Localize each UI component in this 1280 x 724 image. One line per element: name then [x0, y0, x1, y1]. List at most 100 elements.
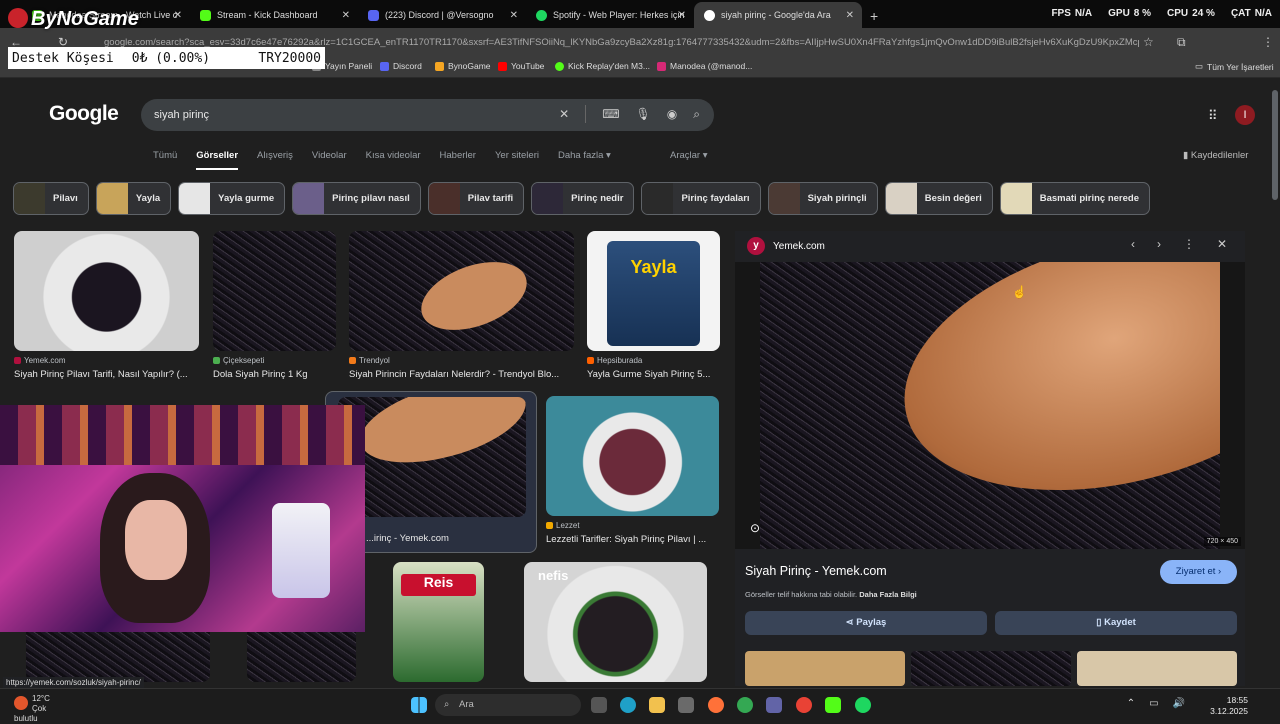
chip[interactable]: Yayla gurme: [178, 182, 286, 215]
chevron-up-icon[interactable]: ⌃: [1127, 698, 1135, 709]
related-image[interactable]: [745, 651, 905, 686]
image-result[interactable]: Çiçeksepeti Dola Siyah Pirinç 1 Kg: [213, 231, 336, 380]
result-image[interactable]: Reis: [393, 562, 484, 682]
search-box[interactable]: siyah pirinç ✕ ⌨ 🎙 ◉ ⌕: [141, 99, 714, 131]
store-icon[interactable]: [678, 697, 694, 713]
visit-button[interactable]: Ziyaret et ›: [1160, 560, 1237, 584]
tab-short-videos[interactable]: Kısa videolar: [366, 150, 421, 161]
tab-more[interactable]: Daha fazla ▾: [558, 150, 611, 161]
firefox-icon[interactable]: [708, 697, 724, 713]
image-result[interactable]: Lezzet Lezzetli Tarifler: Siyah Pirinç P…: [546, 396, 719, 545]
browser-tab[interactable]: Stream - Kick Dashboard ✕: [190, 2, 358, 28]
chip[interactable]: Besin değeri: [884, 182, 993, 215]
bookmark[interactable]: YouTube: [498, 61, 544, 71]
chip[interactable]: Pirinç faydaları: [641, 182, 761, 215]
apps-grid-icon[interactable]: ⠿: [1208, 108, 1218, 124]
result-caption[interactable]: ...irinç - Yemek.com: [338, 533, 536, 544]
tab-videos[interactable]: Videolar: [312, 150, 347, 161]
volume-icon[interactable]: 🔊: [1173, 698, 1185, 709]
chip[interactable]: Pilav tarifi: [427, 182, 525, 215]
microphone-icon[interactable]: 🎙: [636, 107, 651, 123]
tab-all[interactable]: Tümü: [153, 150, 177, 161]
chrome-icon[interactable]: [737, 697, 753, 713]
share-button[interactable]: ⋖ Paylaş: [745, 611, 987, 635]
scrollbar[interactable]: [1270, 80, 1280, 688]
clear-icon[interactable]: ✕: [559, 107, 569, 123]
tab-news[interactable]: Haberler: [440, 150, 476, 161]
windows-start-icon[interactable]: [411, 697, 427, 713]
tab-shopping[interactable]: Alışveriş: [257, 150, 293, 161]
browser-tab-active[interactable]: siyah pirinç - Google'da Ara ✕: [694, 2, 862, 28]
close-icon[interactable]: ✕: [846, 10, 854, 21]
chevron-right-icon[interactable]: ›: [1157, 237, 1161, 251]
chrome-active-icon[interactable]: [796, 697, 812, 713]
keyboard-icon[interactable]: ⌨: [602, 107, 619, 123]
result-image[interactable]: [26, 632, 210, 682]
image-result[interactable]: Yemek.com Siyah Pirinç Pilavı Tarifi, Na…: [14, 231, 199, 380]
result-image[interactable]: [338, 397, 526, 517]
avatar[interactable]: I: [1235, 105, 1255, 125]
teams-icon[interactable]: [766, 697, 782, 713]
chip[interactable]: Basmati pirinç nerede: [999, 182, 1150, 215]
chip[interactable]: Pirinç nedir: [531, 182, 635, 215]
chip[interactable]: Pilavı: [13, 182, 89, 215]
browser-tab[interactable]: Spotify - Web Player: Herkes için ✕: [526, 2, 694, 28]
image-result[interactable]: [247, 632, 356, 682]
result-caption[interactable]: Lezzetli Tarifler: Siyah Pirinç Pilavı |…: [546, 534, 719, 545]
kick-app-icon[interactable]: [825, 697, 841, 713]
result-image[interactable]: [546, 396, 719, 516]
result-image[interactable]: nefis: [524, 562, 707, 682]
bookmark[interactable]: Discord: [380, 61, 422, 71]
google-logo[interactable]: Google: [49, 102, 119, 126]
close-icon[interactable]: ✕: [342, 10, 350, 21]
tab-images[interactable]: Görseller: [196, 150, 238, 170]
related-image[interactable]: [1077, 651, 1237, 686]
result-image[interactable]: [349, 231, 574, 351]
search-input[interactable]: siyah pirinç: [154, 109, 209, 121]
result-caption[interactable]: Yayla Gurme Siyah Pirinç 5...: [587, 369, 720, 380]
bookmark[interactable]: Manodea (@manod...: [657, 61, 752, 71]
edge-icon[interactable]: [620, 697, 636, 713]
star-icon[interactable]: ☆: [1143, 35, 1154, 49]
site-name[interactable]: Yemek.com: [773, 241, 825, 252]
image-result[interactable]: Yayla Hepsiburada Yayla Gurme Siyah Piri…: [587, 231, 720, 380]
spotify-icon[interactable]: [855, 697, 871, 713]
tab-places[interactable]: Yer siteleri: [495, 150, 539, 161]
explorer-icon[interactable]: [649, 697, 665, 713]
image-result[interactable]: Reis: [393, 562, 484, 682]
chip[interactable]: Pirinç pilavı nasıl: [292, 182, 421, 215]
all-bookmarks[interactable]: ▭ Tüm Yer İşaretleri: [1195, 61, 1274, 72]
result-image[interactable]: [213, 231, 336, 351]
clock[interactable]: 18:55 3.12.2025: [1210, 695, 1248, 717]
saved-button[interactable]: ▮ Kaydedilenler: [1183, 150, 1248, 161]
lens-icon[interactable]: ⊙: [750, 521, 760, 535]
url-field[interactable]: google.com/search?sca_esv=33d7c6e47e7629…: [104, 37, 1139, 48]
extensions-icon[interactable]: ⧉: [1177, 35, 1186, 50]
chevron-left-icon[interactable]: ‹: [1131, 237, 1135, 251]
task-view-icon[interactable]: [591, 697, 607, 713]
network-icon[interactable]: ▭: [1149, 698, 1158, 709]
tools-button[interactable]: Araçlar ▾: [670, 150, 708, 161]
preview-title[interactable]: Siyah Pirinç - Yemek.com: [745, 564, 887, 578]
lens-icon[interactable]: ◉: [667, 107, 677, 123]
result-image[interactable]: Yayla: [587, 231, 720, 351]
result-caption[interactable]: Siyah Pirinç Pilavı Tarifi, Nasıl Yapılı…: [14, 369, 199, 380]
more-icon[interactable]: ⋮: [1183, 237, 1195, 251]
menu-icon[interactable]: ⋮: [1262, 35, 1274, 49]
new-tab-button[interactable]: +: [862, 8, 886, 28]
bookmark[interactable]: BynoGame: [435, 61, 491, 71]
learn-more-link[interactable]: Daha Fazla Bilgi: [859, 590, 917, 599]
chip[interactable]: Yayla: [95, 182, 172, 215]
close-icon[interactable]: ✕: [510, 10, 518, 21]
result-image[interactable]: [14, 231, 199, 351]
image-result[interactable]: Trendyol Siyah Pirincin Faydaları Nelerd…: [349, 231, 574, 380]
result-caption[interactable]: Dola Siyah Pirinç 1 Kg: [213, 369, 336, 380]
image-result[interactable]: nefis: [524, 562, 707, 682]
related-image[interactable]: [911, 651, 1071, 686]
taskbar-search[interactable]: ⌕ Ara: [435, 694, 581, 716]
browser-tab[interactable]: (223) Discord | @Versogno ✕: [358, 2, 526, 28]
preview-image[interactable]: ⊙ 720 × 450: [735, 262, 1245, 549]
save-button[interactable]: ▯ Kaydet: [995, 611, 1237, 635]
close-icon[interactable]: ✕: [1217, 237, 1227, 251]
image-result[interactable]: [26, 632, 210, 682]
